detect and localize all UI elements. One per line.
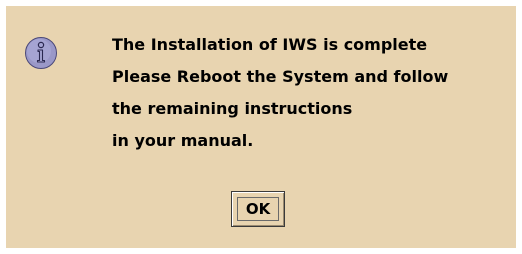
message-line-3: the remaining instructions: [112, 99, 353, 118]
ok-button[interactable]: OK: [231, 191, 285, 227]
message-text: The Installation of IWS is complete Plea…: [112, 29, 448, 157]
message-line-4: in your manual.: [112, 131, 254, 150]
message-line-2: Please Reboot the System and follow: [112, 67, 449, 86]
message-line-1: The Installation of IWS is complete: [112, 35, 428, 54]
ok-button-label: OK: [237, 197, 279, 221]
message-dialog: The Installation of IWS is complete Plea…: [6, 6, 516, 248]
info-icon: [25, 37, 57, 69]
